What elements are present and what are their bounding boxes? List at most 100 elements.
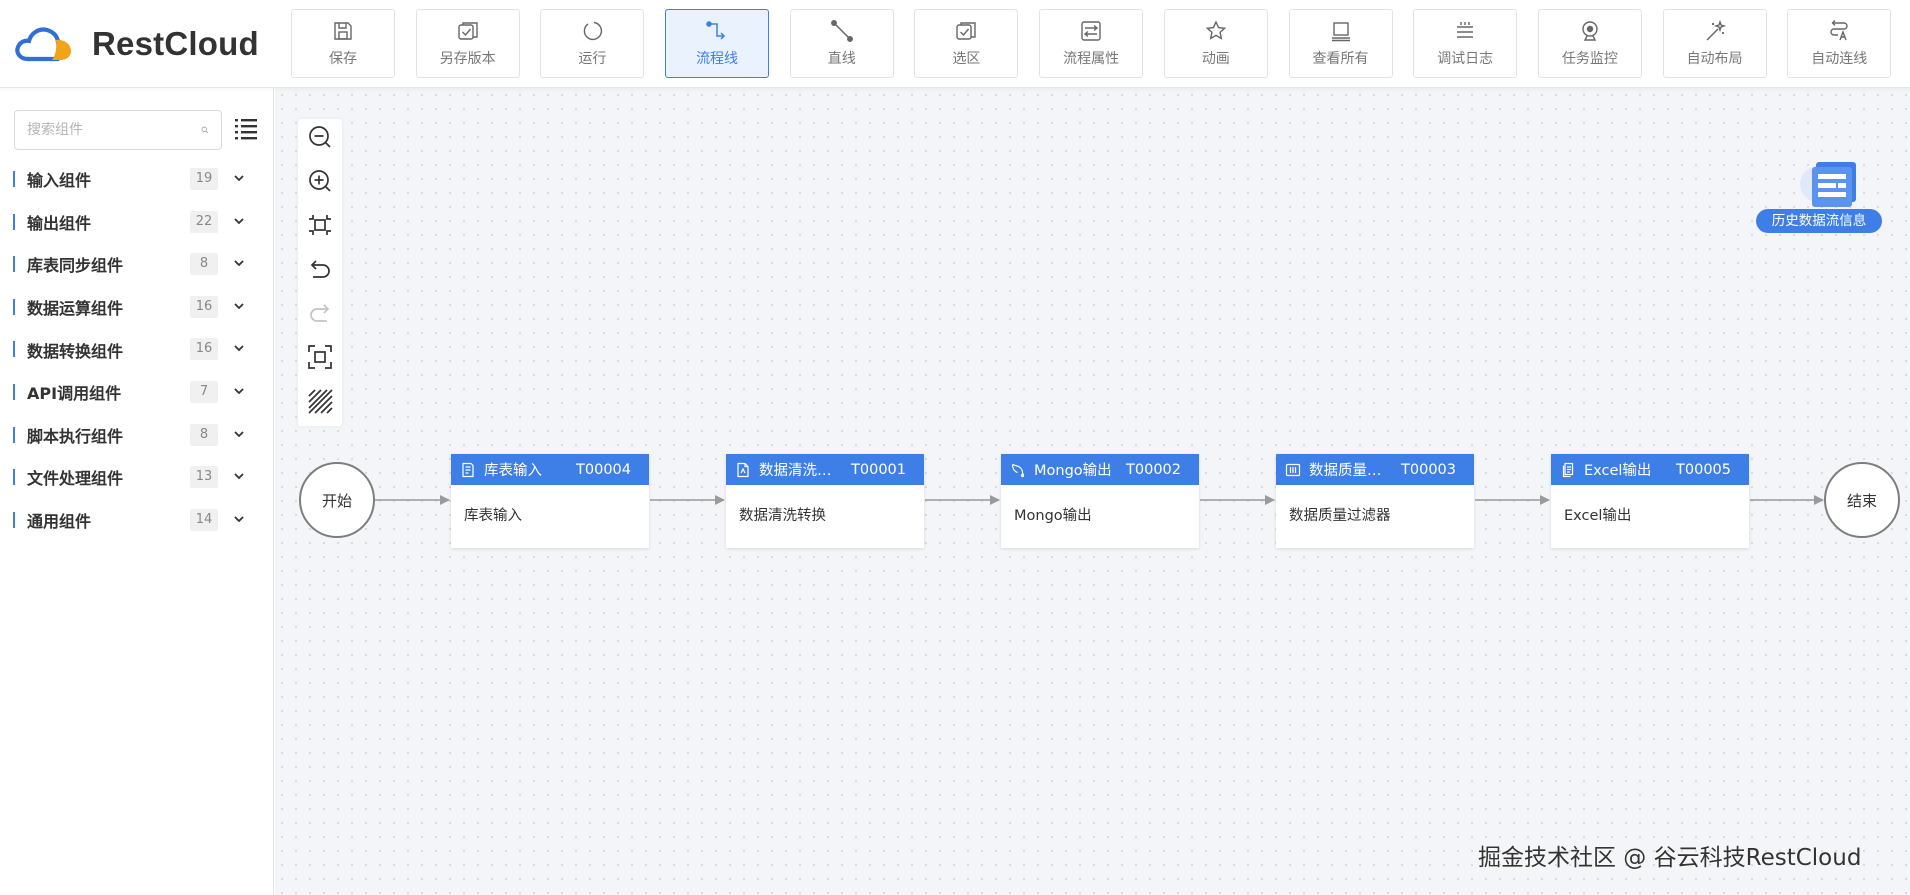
category-label: 数据运算组件 — [27, 299, 124, 319]
debug-log-label: 调试日志 — [1437, 51, 1494, 67]
fullscreen-icon — [308, 345, 332, 369]
task-node-desc: 数据质量过滤器 — [1289, 508, 1391, 524]
auto-connect-button[interactable]: 自动连线 — [1787, 9, 1892, 78]
chevron-down-icon[interactable] — [232, 171, 246, 185]
flow-canvas[interactable]: 历史数据流信息 开始 库表输入 T00004 库表输入 数据清洗… T00001… — [275, 88, 1910, 895]
save-version-label: 另存版本 — [439, 51, 496, 67]
category-data-transform[interactable]: 数据转换组件 16 — [0, 328, 274, 371]
task-node-name: Mongo输出 — [1034, 463, 1112, 479]
category-marker — [13, 213, 15, 230]
history-data-icon — [1800, 162, 1856, 207]
task-monitor-icon — [1582, 21, 1598, 41]
task-monitor-label: 任务监控 — [1561, 51, 1618, 67]
zoom-in-button[interactable] — [305, 166, 335, 196]
straight-line-button[interactable]: 直线 — [789, 9, 894, 78]
category-marker — [13, 298, 15, 315]
chevron-down-icon[interactable] — [232, 512, 246, 526]
category-label: 输出组件 — [27, 213, 92, 233]
task-node-mongo-output[interactable]: Mongo输出 T00002 Mongo输出 — [1001, 454, 1199, 548]
chevron-down-icon[interactable] — [232, 214, 246, 228]
category-count: 16 — [190, 338, 218, 361]
canvas-controls — [298, 119, 342, 426]
task-node-table-input[interactable]: 库表输入 T00004 库表输入 — [451, 454, 649, 548]
category-script[interactable]: 脚本执行组件 8 — [0, 414, 274, 457]
category-count: 8 — [190, 423, 218, 446]
category-count: 19 — [190, 168, 218, 190]
auto-connect-label: 自动连线 — [1811, 51, 1868, 67]
search-input[interactable] — [27, 122, 201, 138]
task-node-name: 数据清洗… — [759, 463, 832, 479]
debug-log-button[interactable]: 调试日志 — [1413, 9, 1518, 78]
end-node[interactable]: 结束 — [1824, 462, 1900, 538]
fit-view-button[interactable] — [305, 210, 335, 240]
grid-toggle-button[interactable] — [305, 386, 335, 416]
task-node-code: T00001 — [851, 461, 906, 478]
start-node-label: 开始 — [321, 491, 352, 510]
task-node-data-quality[interactable]: 数据质量… T00003 数据质量过滤器 — [1276, 454, 1474, 548]
task-node-excel-output[interactable]: Excel输出 T00005 Excel输出 — [1551, 454, 1749, 548]
chevron-down-icon[interactable] — [232, 341, 246, 355]
category-general[interactable]: 通用组件 14 — [0, 499, 274, 542]
task-node-code: T00002 — [1126, 461, 1181, 478]
data-quality-icon — [1285, 463, 1301, 476]
category-count: 16 — [190, 295, 218, 318]
mongo-icon — [1011, 463, 1025, 477]
chevron-down-icon[interactable] — [232, 384, 246, 398]
task-node-code: T00003 — [1401, 461, 1456, 478]
undo-button[interactable] — [305, 254, 335, 284]
category-marker — [13, 469, 15, 486]
fullscreen-button[interactable] — [305, 342, 335, 372]
search-icon[interactable] — [201, 122, 209, 138]
list-view-icon[interactable] — [234, 116, 258, 140]
category-label: 脚本执行组件 — [27, 426, 124, 446]
category-file[interactable]: 文件处理组件 13 — [0, 456, 274, 499]
category-input[interactable]: 输入组件 19 — [0, 158, 274, 201]
category-api-call[interactable]: API调用组件 7 — [0, 371, 274, 414]
straight-line-icon — [830, 20, 853, 42]
category-table-sync[interactable]: 库表同步组件 8 — [0, 243, 274, 286]
chevron-down-icon[interactable] — [232, 256, 246, 270]
excel-icon — [1562, 462, 1574, 477]
task-node-header: Excel输出 T00005 — [1551, 454, 1749, 485]
category-marker — [13, 426, 15, 443]
chevron-down-icon[interactable] — [232, 469, 246, 483]
category-data-operation[interactable]: 数据运算组件 16 — [0, 286, 274, 329]
selection-icon — [956, 22, 977, 40]
zoom-out-button[interactable] — [305, 122, 335, 152]
category-output[interactable]: 输出组件 22 — [0, 201, 274, 244]
category-label: 文件处理组件 — [27, 469, 124, 489]
task-node-name: 数据质量… — [1309, 463, 1382, 479]
task-node-data-clean[interactable]: 数据清洗… T00001 数据清洗转换 — [726, 454, 924, 548]
task-node-code: T00004 — [576, 461, 631, 478]
flow-line-button[interactable]: 流程线 — [665, 9, 770, 78]
table-input-icon — [462, 462, 474, 477]
task-monitor-button[interactable]: 任务监控 — [1537, 9, 1642, 78]
flow-properties-label: 流程属性 — [1063, 51, 1120, 67]
chevron-down-icon[interactable] — [232, 299, 246, 313]
flow-line-label: 流程线 — [696, 51, 739, 67]
auto-layout-icon — [1706, 19, 1726, 41]
task-node-code: T00005 — [1676, 461, 1731, 478]
category-count: 22 — [190, 210, 218, 233]
view-all-button[interactable]: 查看所有 — [1288, 9, 1393, 78]
selection-button[interactable]: 选区 — [914, 9, 1019, 78]
toolbar: 保存 另存版本 运行 流程线 直线 选区 流程属性 动画 查看所有 调试日志 任… — [291, 9, 1892, 78]
flow-properties-button[interactable]: 流程属性 — [1039, 9, 1144, 78]
animation-button[interactable]: 动画 — [1163, 9, 1268, 78]
category-label: 库表同步组件 — [27, 256, 124, 276]
category-marker — [13, 171, 15, 187]
category-label: 数据转换组件 — [27, 341, 124, 361]
start-node[interactable]: 开始 — [299, 462, 375, 538]
category-marker — [13, 341, 15, 358]
run-button[interactable]: 运行 — [540, 9, 645, 78]
logo: RestCloud — [14, 22, 259, 66]
history-dataflow-button[interactable]: 历史数据流信息 — [1756, 157, 1898, 235]
auto-layout-button[interactable]: 自动布局 — [1662, 9, 1767, 78]
redo-button[interactable] — [305, 298, 335, 328]
auto-connect-icon — [1830, 20, 1848, 41]
chevron-down-icon[interactable] — [232, 427, 246, 441]
save-version-icon — [457, 22, 478, 40]
save-version-button[interactable]: 另存版本 — [415, 9, 520, 78]
category-count: 13 — [190, 466, 218, 489]
save-button[interactable]: 保存 — [291, 9, 395, 78]
